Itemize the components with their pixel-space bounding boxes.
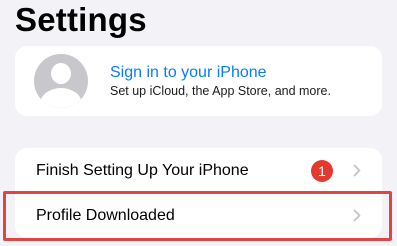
notification-badge: 1 (311, 160, 333, 182)
account-sign-in-card[interactable]: Sign in to your iPhone Set up iCloud, th… (15, 46, 382, 116)
chevron-right-icon (353, 164, 361, 177)
avatar-head (51, 63, 71, 84)
avatar-body (40, 88, 82, 108)
page-title: Settings (15, 1, 147, 38)
finish-setting-up-label: Finish Setting Up Your iPhone (36, 162, 249, 179)
finish-setting-up-row[interactable]: Finish Setting Up Your iPhone 1 (15, 148, 382, 193)
profile-downloaded-row[interactable]: Profile Downloaded (15, 193, 382, 238)
settings-list: Finish Setting Up Your iPhone 1 Profile … (15, 148, 382, 238)
chevron-right-icon (353, 209, 361, 222)
sign-in-subtitle: Set up iCloud, the App Store, and more. (110, 84, 331, 98)
profile-downloaded-label: Profile Downloaded (36, 207, 175, 224)
person-placeholder-icon (34, 54, 88, 108)
sign-in-link[interactable]: Sign in to your iPhone (110, 63, 267, 83)
